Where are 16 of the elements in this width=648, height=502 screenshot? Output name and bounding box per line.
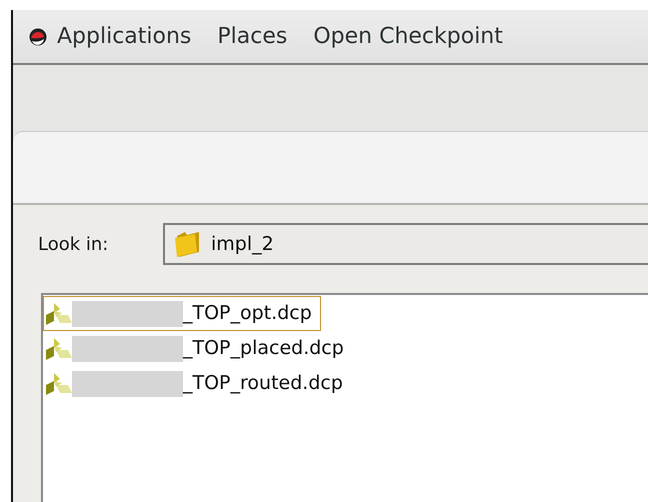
look-in-label: Look in: [38, 232, 110, 256]
look-in-combo[interactable]: impl_2 [163, 223, 648, 265]
menu-item[interactable]: Places [217, 20, 288, 53]
file-name: _TOP_placed.dcp [183, 336, 344, 362]
menu-item[interactable]: Applications [57, 20, 192, 53]
file-name: _TOP_routed.dcp [183, 371, 343, 396]
hat-logo-icon [29, 28, 47, 46]
look-in-value: impl_2 [211, 232, 274, 257]
file-row[interactable]: _TOP_routed.dcp [43, 366, 352, 401]
menu-item[interactable]: Open Checkpoint [313, 20, 503, 53]
file-name: _TOP_opt.dcp [183, 301, 312, 326]
file-icon [44, 336, 72, 362]
file-row[interactable]: _TOP_opt.dcp [43, 296, 321, 331]
file-icon [44, 300, 72, 326]
file-icon [44, 370, 72, 396]
file-row[interactable]: _TOP_placed.dcp [43, 331, 353, 366]
